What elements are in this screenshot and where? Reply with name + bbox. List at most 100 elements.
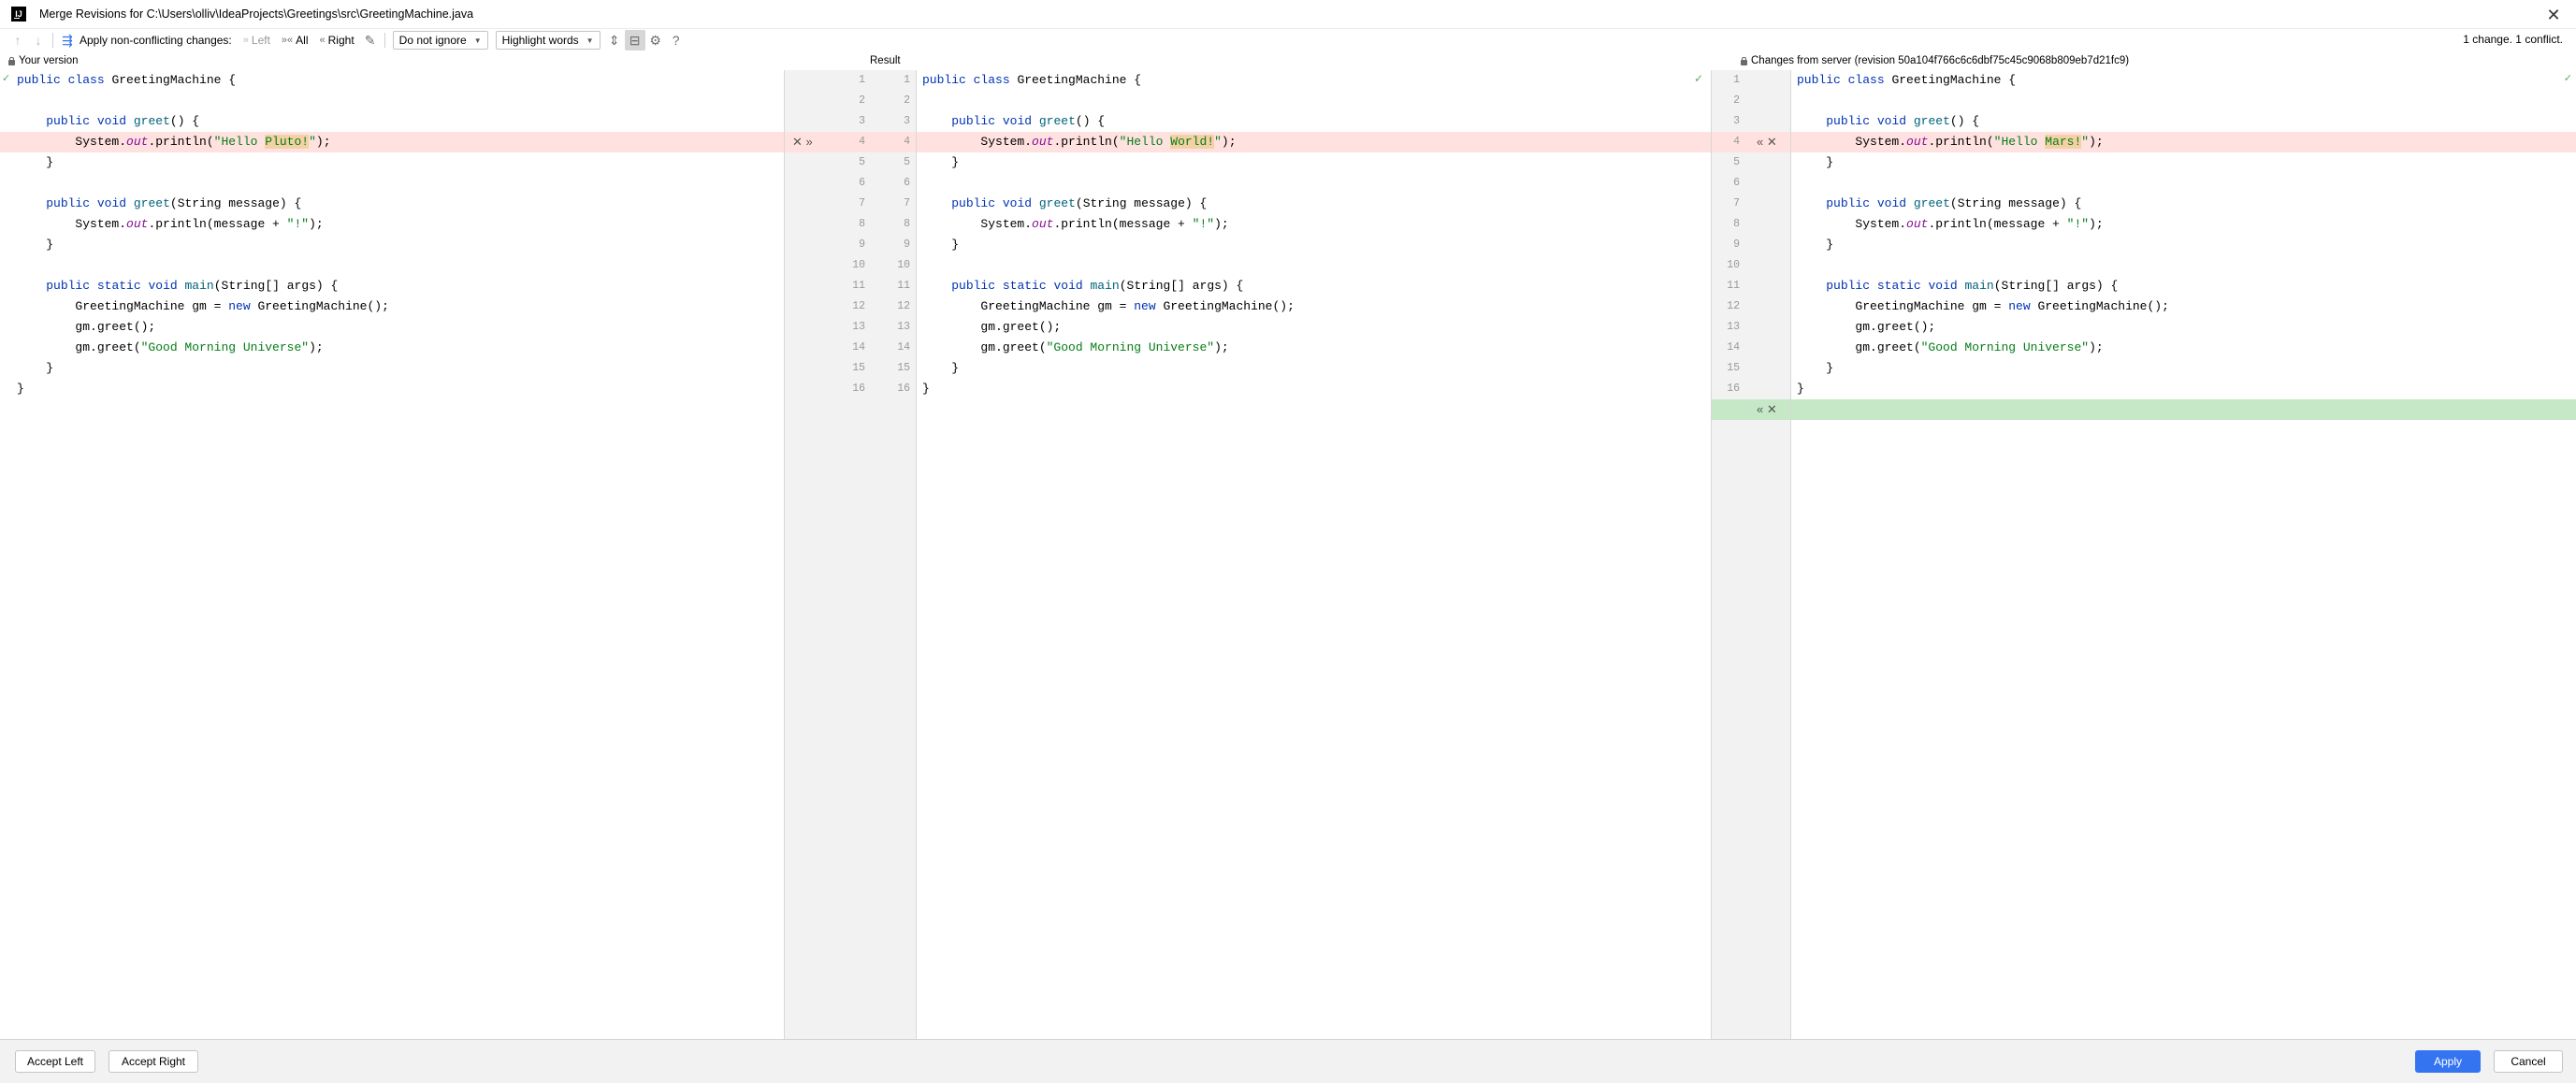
line-number: 10 [1727, 259, 1740, 271]
code-line[interactable] [0, 91, 784, 111]
magic-wand-icon[interactable]: ✎ [360, 30, 381, 51]
apply-all-button[interactable]: »« All [282, 34, 309, 47]
code-line[interactable]: } [0, 235, 784, 255]
server-editor[interactable]: public class GreetingMachine { public vo… [1791, 70, 2576, 1039]
window-title: Merge Revisions for C:\Users\olliv\IdeaP… [39, 7, 474, 21]
lock-icon [1740, 56, 1748, 65]
code-line[interactable]: System.out.println(message + "!"); [1791, 214, 2576, 235]
ignore-whitespace-dropdown[interactable]: Do not ignore ▼ [392, 31, 488, 50]
line-number: 3 [1733, 115, 1740, 127]
code-line[interactable]: gm.greet(); [0, 317, 784, 338]
line-number: 2 [1733, 94, 1740, 107]
code-line[interactable]: gm.greet("Good Morning Universe"); [917, 338, 1711, 358]
code-line[interactable]: System.out.println(message + "!"); [0, 214, 784, 235]
code-line[interactable]: } [1791, 358, 2576, 379]
close-icon[interactable]: ✕ [2542, 4, 2565, 26]
apply-change-left-icon[interactable]: « [1757, 402, 1763, 416]
code-line[interactable]: public void greet(String message) { [0, 194, 784, 214]
bottom-bar: Accept Left Accept Right Apply Cancel [0, 1039, 2576, 1083]
code-line[interactable]: } [917, 358, 1711, 379]
code-line[interactable]: System.out.println("Hello World!"); [917, 132, 1711, 152]
code-line[interactable]: gm.greet("Good Morning Universe"); [1791, 338, 2576, 358]
code-line[interactable] [917, 91, 1711, 111]
code-line[interactable] [0, 255, 784, 276]
line-number: 15 [897, 362, 910, 374]
code-line[interactable] [1791, 399, 2576, 420]
code-line[interactable]: } [917, 379, 1711, 399]
code-line[interactable] [1791, 91, 2576, 111]
code-line[interactable]: } [917, 152, 1711, 173]
ignore-change-icon[interactable]: ✕ [1767, 135, 1777, 149]
line-number: 5 [904, 156, 910, 168]
chevron-down-icon: ▼ [586, 36, 594, 45]
cancel-button[interactable]: Cancel [2494, 1050, 2563, 1073]
code-line[interactable]: } [0, 379, 784, 399]
accept-right-button[interactable]: Accept Right [109, 1050, 198, 1073]
code-line[interactable] [1791, 173, 2576, 194]
code-line[interactable]: public static void main(String[] args) { [0, 276, 784, 296]
lock-icon [7, 56, 16, 65]
code-line[interactable] [1791, 255, 2576, 276]
apply-left-button[interactable]: » Left [243, 34, 270, 47]
next-difference-icon[interactable]: ↓ [28, 30, 49, 51]
code-line[interactable]: public void greet(String message) { [917, 194, 1711, 214]
addition-gutter-highlight [1712, 399, 1790, 420]
code-line[interactable]: System.out.println("Hello Pluto!"); [0, 132, 784, 152]
code-line[interactable]: GreetingMachine gm = new GreetingMachine… [0, 296, 784, 317]
code-line[interactable]: GreetingMachine gm = new GreetingMachine… [917, 296, 1711, 317]
code-line[interactable] [917, 173, 1711, 194]
code-line[interactable]: } [1791, 379, 2576, 399]
code-line[interactable]: public class GreetingMachine { [0, 70, 784, 91]
no-errors-check-icon: ✓ [1693, 72, 1703, 85]
code-line[interactable]: gm.greet(); [1791, 317, 2576, 338]
code-line[interactable]: public class GreetingMachine { [1791, 70, 2576, 91]
synchronize-scrolling-icon[interactable]: ⊟ [624, 30, 645, 51]
apply-change-left-icon[interactable]: « [1757, 135, 1763, 149]
apply-right-button[interactable]: « Right [320, 34, 355, 47]
code-line[interactable]: System.out.println(message + "!"); [917, 214, 1711, 235]
code-line[interactable]: public void greet(String message) { [1791, 194, 2576, 214]
code-line[interactable] [0, 173, 784, 194]
highlighting-mode-value: Highlight words [501, 34, 579, 47]
collapse-unchanged-icon[interactable]: ⇕ [604, 30, 625, 51]
code-line[interactable]: public void greet() { [917, 111, 1711, 132]
code-line[interactable]: } [0, 358, 784, 379]
line-number: 8 [1733, 218, 1740, 230]
apply-change-right-icon[interactable]: » [806, 135, 813, 149]
apply-all-icon: »« [281, 35, 294, 46]
code-line[interactable]: public void greet() { [1791, 111, 2576, 132]
code-line[interactable]: } [917, 235, 1711, 255]
line-number: 6 [904, 177, 910, 189]
code-line[interactable]: public static void main(String[] args) { [917, 276, 1711, 296]
result-editor[interactable]: public class GreetingMachine { public vo… [917, 70, 1711, 1039]
code-line[interactable]: } [0, 152, 784, 173]
code-line[interactable]: System.out.println("Hello Mars!"); [1791, 132, 2576, 152]
ignore-change-icon[interactable]: ✕ [792, 135, 803, 149]
ignore-change-icon[interactable]: ✕ [1767, 402, 1777, 416]
highlighting-mode-dropdown[interactable]: Highlight words ▼ [495, 31, 601, 50]
code-line[interactable]: } [1791, 152, 2576, 173]
code-line[interactable]: GreetingMachine gm = new GreetingMachine… [1791, 296, 2576, 317]
accept-left-button[interactable]: Accept Left [15, 1050, 95, 1073]
code-line[interactable]: } [1791, 235, 2576, 255]
previous-difference-icon[interactable]: ↑ [7, 30, 28, 51]
merge-status: 1 change. 1 conflict. [2463, 33, 2563, 46]
code-line[interactable] [917, 255, 1711, 276]
help-icon[interactable]: ? [666, 30, 687, 51]
apply-button[interactable]: Apply [2415, 1050, 2481, 1073]
code-line[interactable]: public static void main(String[] args) { [1791, 276, 2576, 296]
code-line[interactable]: public void greet() { [0, 111, 784, 132]
title-bar: IJ Merge Revisions for C:\Users\olliv\Id… [0, 0, 2576, 29]
code-line[interactable]: gm.greet(); [917, 317, 1711, 338]
left-editor[interactable]: public class GreetingMachine { public vo… [0, 70, 784, 1039]
intellij-logo-icon: IJ [11, 7, 26, 22]
line-number: 12 [897, 300, 910, 312]
line-number: 3 [904, 115, 910, 127]
magic-resolve-icon[interactable]: ⇶ [57, 30, 78, 51]
code-line[interactable]: public class GreetingMachine { [917, 70, 1711, 91]
line-number: 6 [859, 177, 865, 189]
code-line[interactable]: gm.greet("Good Morning Universe"); [0, 338, 784, 358]
apply-right-label: Right [327, 34, 355, 47]
line-number: 1 [1733, 74, 1740, 86]
settings-gear-icon[interactable]: ⚙ [645, 30, 666, 51]
